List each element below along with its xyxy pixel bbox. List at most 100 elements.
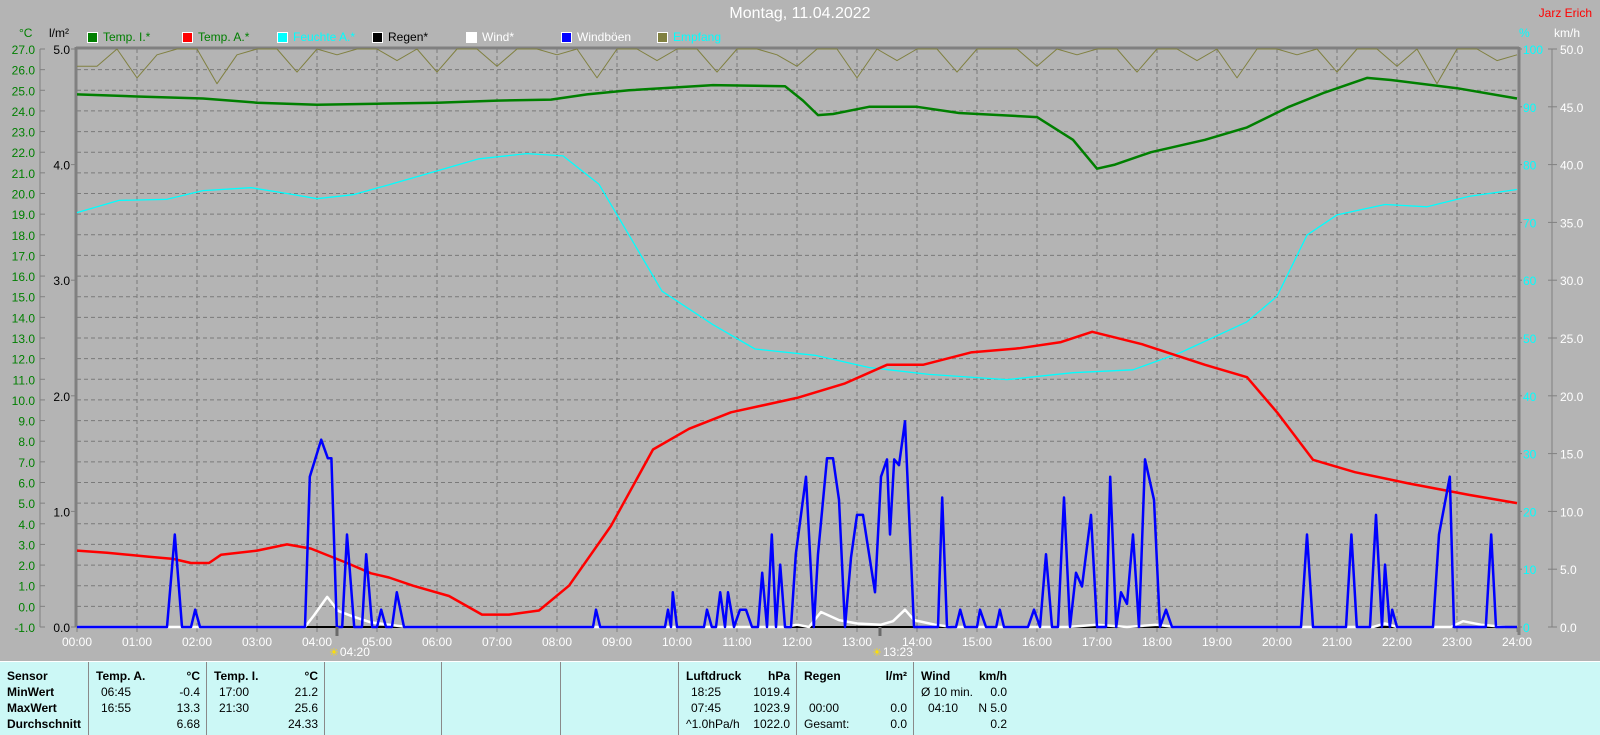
temp-axis-tick-label: 25.0 [12, 84, 36, 98]
temp-axis-tick-label: 12.0 [12, 353, 36, 367]
x-tick-label: 12:00 [782, 635, 812, 649]
cell-value: 0.0 [990, 685, 1007, 699]
cell-time: 17:00 [219, 685, 250, 699]
weather-chart: 00:00 01:00 02:00 03:00 04:00 05:00 06:00 07:00… [12, 43, 1584, 649]
sun-icon: ☀ [328, 646, 339, 659]
temp-axis-tick-label: 6.0 [18, 477, 35, 491]
legend-swatch [466, 31, 477, 43]
row-label-avg: Durchschnitt [7, 717, 82, 731]
temp-axis-tick-label: 13.0 [12, 332, 36, 346]
legend-swatch [657, 31, 668, 43]
marker-time: 13:23 [882, 645, 913, 659]
cell-trend: ^1.0hPa/h [686, 717, 740, 731]
temp-axis-tick-label: 17.0 [12, 249, 36, 263]
x-tick-label: 17:00 [1082, 635, 1112, 649]
x-tick-label: 07:00 [482, 635, 512, 649]
legend-swatch [182, 31, 193, 43]
temp-axis-tick-label: 1.0 [18, 580, 35, 594]
owner-name: Jarz Erich [1538, 6, 1592, 20]
humidity-axis-tick-label: 60 [1523, 274, 1537, 288]
wind-axis-tick-label: 20.0 [1560, 390, 1584, 404]
x-tick-label: 18:00 [1142, 635, 1172, 649]
cell-time: 16:55 [101, 701, 132, 715]
legend-item-empfang[interactable]: Empfang [657, 30, 721, 44]
temp-axis-tick-label: 15.0 [12, 291, 36, 305]
legend-item-wind[interactable]: Wind* [466, 30, 514, 44]
time-marker-sunrise: ☀ 04:20 [329, 645, 370, 659]
temp-axis-tick-label: 22.0 [12, 146, 36, 160]
humidity-axis-tick-label: 90 [1523, 101, 1537, 115]
statistics-table: Sensor MinWert MaxWert Durchschnitt Temp… [0, 661, 1600, 735]
humidity-axis-tick-label: 40 [1523, 390, 1537, 404]
rain-axis-tick-label: 1.0 [53, 505, 70, 519]
x-tick-label: 20:00 [1262, 635, 1292, 649]
legend-label: Regen* [388, 30, 429, 44]
temp-axis-tick-label: 26.0 [12, 64, 36, 78]
temp-axis-tick-label: 5.0 [18, 497, 35, 511]
x-tick-label: 00:00 [62, 635, 92, 649]
column-header: Wind [921, 669, 951, 683]
x-tick-label: 06:00 [422, 635, 452, 649]
legend-item-feuchte[interactable]: Feuchte A.* [277, 30, 355, 44]
rain-axis-unit: l/m² [49, 26, 69, 40]
legend-label: Windböen [577, 30, 632, 44]
humidity-axis-tick-label: 30 [1523, 448, 1537, 462]
humidity-axis-unit: % [1519, 26, 1530, 40]
column-unit: °C [186, 669, 200, 683]
column-header: Regen [804, 669, 841, 683]
humidity-axis-tick-label: 100 [1523, 43, 1543, 57]
x-tick-label: 01:00 [122, 635, 152, 649]
temp-a-column: Temp. A. °C 06:45 -0.4 16:55 13.3 6.68 [88, 662, 206, 735]
x-tick-label: 21:00 [1322, 635, 1352, 649]
humidity-axis-tick-label: 20 [1523, 505, 1537, 519]
legend-item-regen[interactable]: Regen* [372, 30, 428, 44]
legend-swatch [87, 31, 98, 43]
x-tick-label: 24:00 [1502, 635, 1532, 649]
column-unit: °C [304, 669, 318, 683]
x-tick-label: 04:00 [302, 635, 332, 649]
cell-time: 06:45 [101, 685, 132, 699]
page-title: Montag, 11.04.2022 [729, 5, 871, 22]
humidity-axis-tick-label: 0 [1523, 621, 1530, 635]
cell-value: 0.0 [890, 717, 907, 731]
column-header: Temp. A. [96, 669, 146, 683]
temp-axis-tick-label: 0.0 [18, 600, 35, 614]
temp-axis-tick-label: 11.0 [13, 373, 36, 387]
wind-axis-tick-label: 35.0 [1560, 216, 1584, 230]
rain-axis-tick-label: 4.0 [53, 159, 70, 173]
legend-item-temp-i[interactable]: Temp. I.* [87, 30, 150, 44]
wind-axis-unit: km/h [1554, 26, 1581, 40]
temp-axis-tick-label: 10.0 [12, 394, 36, 408]
wind-axis-tick-label: 10.0 [1560, 505, 1584, 519]
cell-value: 0.0 [890, 701, 907, 715]
wind-axis-tick-label: 40.0 [1560, 159, 1584, 173]
x-tick-label: 19:00 [1202, 635, 1232, 649]
legend-label: Wind* [482, 30, 515, 44]
column-unit: km/h [978, 669, 1007, 683]
cell-label: Ø 10 min. [921, 685, 974, 699]
empty-column [441, 662, 560, 735]
rain-axis-tick-label: 2.0 [53, 390, 70, 404]
cell-time: 00:00 [809, 701, 840, 715]
x-tick-label: 02:00 [182, 635, 212, 649]
wind-axis-tick-label: 0.0 [1560, 621, 1577, 635]
sun-icon: ☀ [871, 646, 882, 659]
wind-axis-tick-label: 45.0 [1560, 101, 1584, 115]
temp-axis-tick-label: 8.0 [18, 435, 35, 449]
x-tick-label: 22:00 [1382, 635, 1412, 649]
temp-axis-unit: °C [19, 26, 33, 40]
temp-axis-tick-label: 23.0 [12, 126, 36, 140]
wind-axis-tick-label: 25.0 [1560, 332, 1584, 346]
legend-swatch [561, 31, 572, 43]
cell-time: 21:30 [219, 701, 250, 715]
column-header: Temp. I. [214, 669, 259, 683]
cell-time: 04:10 [928, 701, 959, 715]
x-tick-label: 16:00 [1022, 635, 1052, 649]
wind-axis-tick-label: 50.0 [1560, 43, 1584, 57]
wind-column: Wind km/h Ø 10 min. 0.0 04:10 N 5.0 0.2 [913, 662, 1013, 735]
legend-label: Temp. I.* [103, 30, 151, 44]
sensor-column: Sensor MinWert MaxWert Durchschnitt [0, 662, 88, 735]
legend-item-temp-a[interactable]: Temp. A.* [182, 30, 249, 44]
cell-value: 25.6 [294, 701, 318, 715]
legend-item-windboeen[interactable]: Windböen [561, 30, 631, 44]
